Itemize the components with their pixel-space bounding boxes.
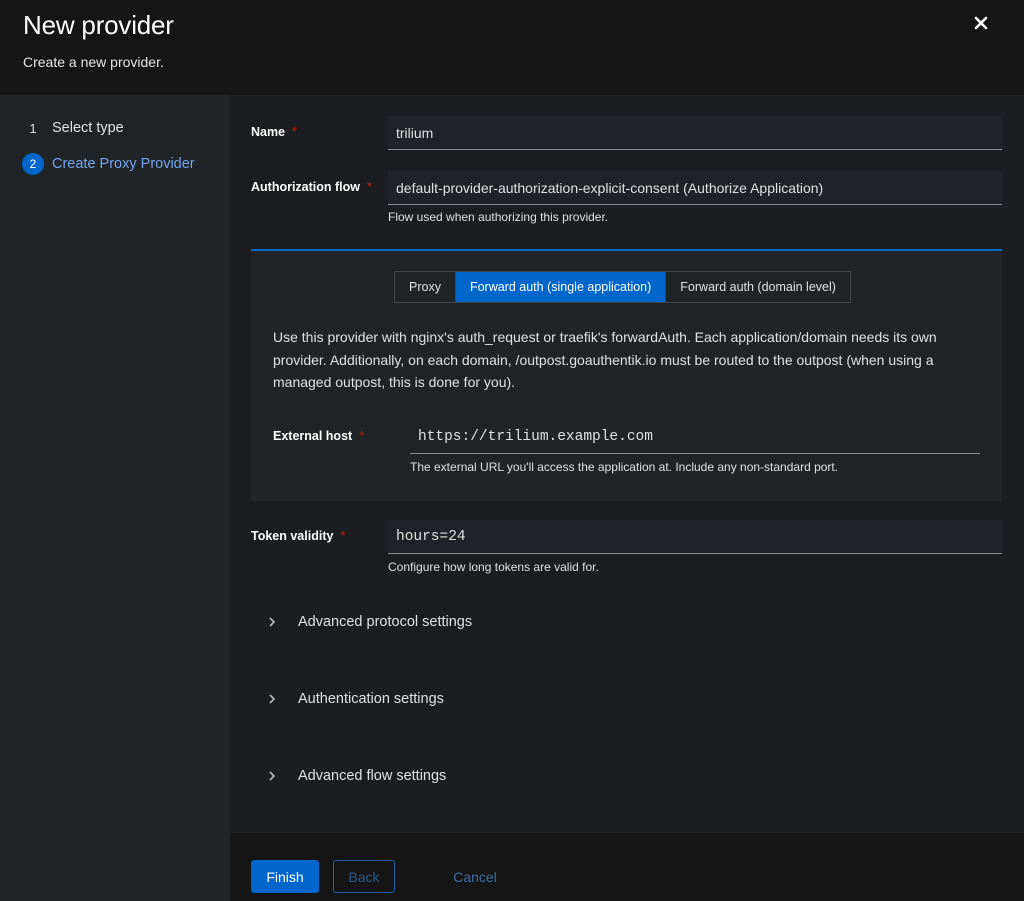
external-host-value: https://trilium.example.com: [418, 428, 653, 445]
authorization-flow-label-text: Authorization flow: [251, 180, 361, 194]
required-marker: *: [340, 529, 346, 543]
authorization-flow-label: Authorization flow *: [251, 180, 372, 194]
advanced-protocol-settings-toggle[interactable]: Advanced protocol settings: [268, 614, 472, 630]
token-validity-value: hours=24: [396, 528, 466, 545]
close-button[interactable]: [968, 10, 994, 36]
nav-step-create-proxy-provider[interactable]: 2 Create Proxy Provider: [22, 153, 195, 175]
cancel-button[interactable]: Cancel: [447, 860, 503, 893]
token-validity-helper: Configure how long tokens are valid for.: [388, 560, 599, 574]
close-icon: [974, 16, 988, 30]
required-marker: *: [292, 125, 297, 139]
toggle-forward-auth-domain[interactable]: Forward auth (domain level): [666, 272, 850, 302]
required-marker: *: [359, 429, 365, 443]
chevron-right-icon: [268, 694, 282, 704]
step-label: Create Proxy Provider: [52, 156, 195, 172]
advanced-flow-settings-toggle[interactable]: Advanced flow settings: [268, 768, 446, 784]
toggle-proxy[interactable]: Proxy: [395, 272, 456, 302]
name-label-text: Name: [251, 125, 286, 139]
name-value: trilium: [396, 124, 434, 141]
chevron-right-icon: [268, 771, 282, 781]
external-host-label-text: External host: [273, 429, 353, 443]
step-number: 1: [29, 120, 37, 136]
mode-description: Use this provider with nginx's auth_requ…: [273, 329, 937, 390]
external-host-label: External host *: [273, 429, 364, 443]
step-number: 2: [22, 153, 44, 175]
authentication-settings-toggle[interactable]: Authentication settings: [268, 691, 444, 707]
modal-subtitle: Create a new provider.: [23, 54, 164, 70]
name-input[interactable]: trilium: [388, 116, 1002, 150]
authorization-flow-helper: Flow used when authorizing this provider…: [388, 210, 609, 224]
modal-title: New provider: [23, 10, 174, 40]
step-label: Select type: [52, 120, 124, 136]
wizard-nav: 1 Select type 2 Create Proxy Provider: [0, 95, 230, 901]
external-host-helper: The external URL you'll access the appli…: [410, 460, 839, 474]
modal-header: New provider Create a new provider.: [0, 0, 1024, 95]
mode-toggle-group: Proxy Forward auth (single application) …: [394, 271, 851, 303]
name-label: Name *: [251, 125, 297, 139]
finish-button[interactable]: Finish: [251, 860, 319, 893]
external-host-input[interactable]: https://trilium.example.com: [410, 420, 980, 454]
token-validity-input[interactable]: hours=24: [388, 520, 1002, 554]
nav-step-select-type[interactable]: 1 Select type: [22, 120, 124, 136]
token-validity-label: Token validity *: [251, 529, 345, 543]
chevron-right-icon: [268, 617, 282, 627]
required-marker: *: [367, 180, 372, 194]
toggle-forward-auth-single[interactable]: Forward auth (single application): [455, 272, 667, 302]
section-label: Advanced protocol settings: [298, 614, 473, 630]
back-button[interactable]: Back: [333, 860, 395, 893]
token-validity-label-text: Token validity: [251, 529, 334, 543]
authorization-flow-value: default-provider-authorization-explicit-…: [396, 179, 824, 196]
authorization-flow-select[interactable]: default-provider-authorization-explicit-…: [388, 171, 1002, 205]
section-label: Authentication settings: [298, 691, 444, 707]
section-label: Advanced flow settings: [298, 768, 447, 784]
